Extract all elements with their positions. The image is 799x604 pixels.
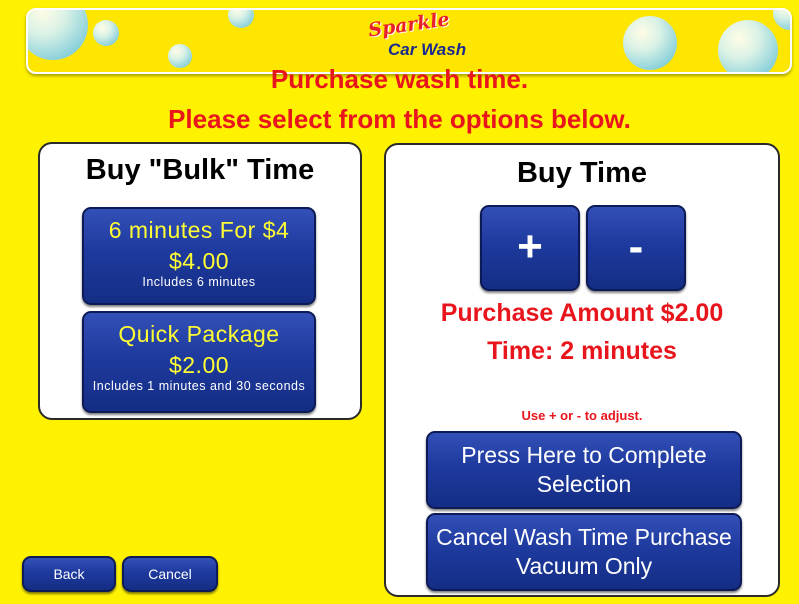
cancel-wash-time-label: Cancel Wash Time Purchase Vacuum Only <box>436 524 732 579</box>
minus-icon: - <box>628 222 644 271</box>
package-price: $4.00 <box>168 248 230 274</box>
buy-time-panel: Buy Time + - Purchase Amount $2.00 Time:… <box>384 143 780 597</box>
package-price: $2.00 <box>168 352 230 378</box>
package-name: Quick Package <box>118 321 280 347</box>
bubble-decoration <box>93 20 119 46</box>
bubble-decoration <box>28 10 88 60</box>
plus-icon: + <box>517 222 543 271</box>
back-button[interactable]: Back <box>22 556 116 592</box>
page-title: Purchase wash time. <box>270 64 529 94</box>
increase-time-button[interactable]: + <box>480 205 580 291</box>
decrease-time-button[interactable]: - <box>586 205 686 291</box>
package-6-minutes-button[interactable]: 6 minutes For $4 $4.00 Includes 6 minute… <box>82 207 316 305</box>
logo-script-text: Sparkle <box>366 8 451 42</box>
package-quick-button[interactable]: Quick Package $2.00 Includes 1 minutes a… <box>82 311 316 413</box>
package-name: 6 minutes For $4 <box>108 217 290 243</box>
adjust-hint: Use + or - to adjust. <box>521 408 643 423</box>
complete-selection-label: Press Here to Complete Selection <box>461 442 707 497</box>
bubble-decoration <box>623 16 677 70</box>
purchase-time: Time: 2 minutes <box>487 337 677 365</box>
complete-selection-button[interactable]: Press Here to Complete Selection <box>426 431 742 509</box>
buy-time-title: Buy Time <box>516 157 647 189</box>
cancel-button[interactable]: Cancel <box>122 556 218 592</box>
sparkle-car-wash-logo: Sparkle Car Wash <box>348 10 478 68</box>
purchase-amount: Purchase Amount $2.00 <box>440 299 724 327</box>
bulk-time-panel: Buy "Bulk" Time 6 minutes For $4 $4.00 I… <box>38 142 362 420</box>
bubble-decoration <box>228 10 254 28</box>
bubble-decoration <box>773 10 790 30</box>
page-subtitle: Please select from the options below. <box>168 104 631 134</box>
package-description: Includes 6 minutes <box>142 275 256 289</box>
bulk-time-title: Buy "Bulk" Time <box>85 154 315 186</box>
cancel-wash-time-button[interactable]: Cancel Wash Time Purchase Vacuum Only <box>426 513 742 591</box>
logo-car-wash-text: Car Wash <box>388 40 467 59</box>
package-description: Includes 1 minutes and 30 seconds <box>92 379 306 393</box>
